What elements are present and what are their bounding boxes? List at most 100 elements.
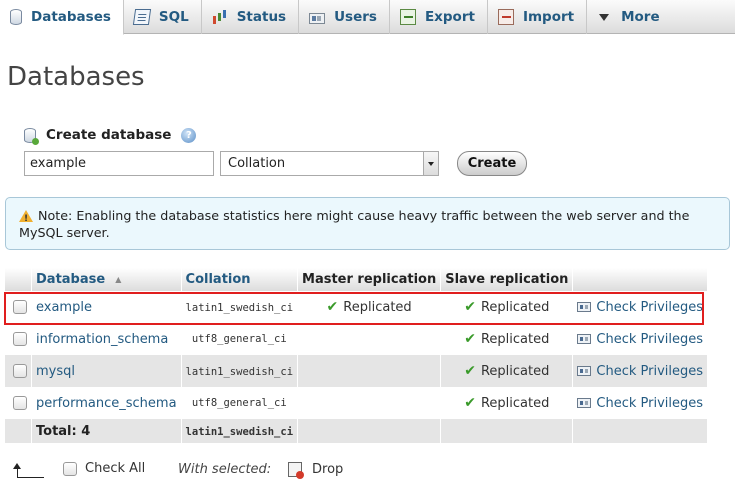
tab-label: Databases — [31, 9, 111, 25]
slave-replication-text: Replicated — [480, 300, 550, 315]
database-name-input[interactable] — [24, 151, 214, 176]
check-icon: ✔ — [326, 299, 339, 315]
header-slave-replication: Slave replication — [440, 268, 574, 291]
privileges-icon — [577, 365, 592, 376]
collation-value: utf8_general_ci — [191, 333, 287, 345]
check-icon: ✔ — [464, 299, 476, 315]
database-link[interactable]: example — [36, 300, 92, 315]
create-button[interactable]: Create — [457, 151, 527, 176]
table-row: mysql latin1_swedish_ci ✔ Replicated Chec… — [5, 355, 709, 387]
create-database-label: Create database — [46, 127, 172, 143]
import-icon — [497, 9, 514, 25]
drop-button[interactable]: Drop — [288, 462, 344, 479]
header-checkbox-column — [5, 268, 32, 291]
privileges-icon — [577, 301, 592, 312]
sort-ascending-icon: ▲ — [115, 275, 122, 284]
collation-select[interactable]: Collation — [220, 151, 439, 176]
help-icon[interactable]: ? — [181, 127, 197, 143]
sql-icon — [132, 9, 152, 25]
header-actions — [572, 268, 709, 291]
create-database-heading: Create database ? — [24, 127, 197, 145]
tab-databases[interactable]: Databases — [0, 0, 124, 35]
total-empty-cell — [572, 419, 709, 443]
export-icon — [399, 9, 416, 25]
table-row: example latin1_swedish_ci ✔ Replicated ✔ R… — [5, 291, 709, 323]
table-row: performance_schema utf8_general_ci ✔ Repl… — [5, 387, 709, 419]
with-selected-label: With selected: — [178, 462, 272, 477]
arrow-up-icon — [13, 463, 44, 478]
check-icon: ✔ — [464, 395, 476, 411]
total-collation: latin1_swedish_ci — [185, 425, 294, 438]
tab-export[interactable]: Export — [390, 0, 488, 34]
tab-more[interactable]: More — [587, 0, 672, 34]
total-row: Total: 4 latin1_swedish_ci — [5, 419, 709, 443]
total-empty-cell — [440, 419, 574, 443]
collation-select-value: Collation — [228, 156, 286, 171]
tab-label: SQL — [158, 9, 189, 25]
slave-replication-text: Replicated — [480, 396, 550, 411]
total-label: Total: 4 — [31, 419, 182, 443]
privileges-icon — [577, 333, 592, 344]
check-icon: ✔ — [464, 331, 476, 347]
header-database-label: Database — [36, 272, 106, 287]
users-icon — [309, 13, 326, 24]
master-replication-status — [297, 355, 442, 387]
page-title: Databases — [7, 62, 145, 92]
master-replication-status: ✔ Replicated — [326, 299, 412, 315]
check-privileges-label: Check Privileges — [596, 299, 704, 315]
row-checkbox[interactable] — [13, 300, 27, 314]
database-link[interactable]: mysql — [36, 364, 75, 379]
master-replication-text: Replicated — [343, 300, 412, 315]
collation-value: latin1_swedish_ci — [185, 301, 294, 314]
tab-import[interactable]: Import — [488, 0, 588, 34]
slave-replication-text: Replicated — [480, 364, 550, 379]
slave-replication-status: ✔ Replicated — [464, 299, 550, 315]
check-privileges-label: Check Privileges — [596, 363, 704, 379]
check-privileges-link[interactable]: Check Privileges — [577, 396, 703, 411]
collation-value: latin1_swedish_ci — [185, 365, 294, 378]
create-database-icon — [24, 127, 39, 145]
warning-icon — [19, 210, 33, 228]
check-icon: ✔ — [464, 363, 476, 379]
tab-label: Users — [334, 9, 377, 25]
notice-text: Note: Enabling the database statistics h… — [19, 208, 690, 240]
tab-status[interactable]: Status — [202, 0, 300, 34]
tab-label: Status — [236, 9, 287, 25]
master-replication-status — [297, 387, 442, 419]
drop-label: Drop — [312, 462, 344, 477]
chevron-down-icon — [423, 152, 438, 175]
database-icon — [10, 9, 22, 25]
total-empty-cell — [5, 419, 32, 443]
row-checkbox[interactable] — [13, 396, 27, 410]
database-link[interactable]: performance_schema — [36, 396, 177, 411]
check-privileges-link[interactable]: Check Privileges — [577, 364, 703, 379]
collation-value: utf8_general_ci — [191, 397, 287, 409]
tab-label: More — [621, 9, 660, 25]
bulk-actions-bar: Check All With selected: Drop — [0, 458, 735, 484]
tab-label: Import — [522, 9, 575, 25]
tab-sql[interactable]: SQL — [124, 0, 202, 34]
tab-label: Export — [424, 9, 475, 25]
slave-replication-status: ✔ Replicated — [464, 363, 550, 379]
check-privileges-link[interactable]: Check Privileges — [577, 300, 703, 315]
privileges-icon — [577, 397, 592, 408]
check-all-checkbox[interactable] — [63, 461, 77, 476]
database-link[interactable]: information_schema — [36, 332, 168, 347]
slave-replication-status: ✔ Replicated — [464, 331, 549, 347]
top-tab-bar: Databases SQL Status Users Export Import… — [0, 0, 735, 35]
table-row: information_schema utf8_general_ci ✔ Repl… — [5, 323, 709, 355]
drop-icon — [288, 462, 304, 479]
slave-replication-status: ✔ Replicated — [464, 395, 550, 411]
header-collation[interactable]: Collation — [181, 268, 299, 291]
check-privileges-link[interactable]: Check Privileges — [577, 332, 703, 347]
check-all-control[interactable]: Check All — [63, 461, 145, 476]
row-checkbox[interactable] — [13, 332, 27, 346]
total-empty-cell — [297, 419, 442, 443]
header-database[interactable]: Database ▲ — [31, 268, 182, 291]
row-checkbox[interactable] — [13, 364, 27, 378]
tab-users[interactable]: Users — [299, 0, 390, 34]
header-master-replication: Master replication — [297, 268, 442, 291]
check-privileges-label: Check Privileges — [596, 395, 704, 411]
status-chart-icon — [212, 9, 228, 25]
check-all-label[interactable]: Check All — [85, 461, 145, 476]
